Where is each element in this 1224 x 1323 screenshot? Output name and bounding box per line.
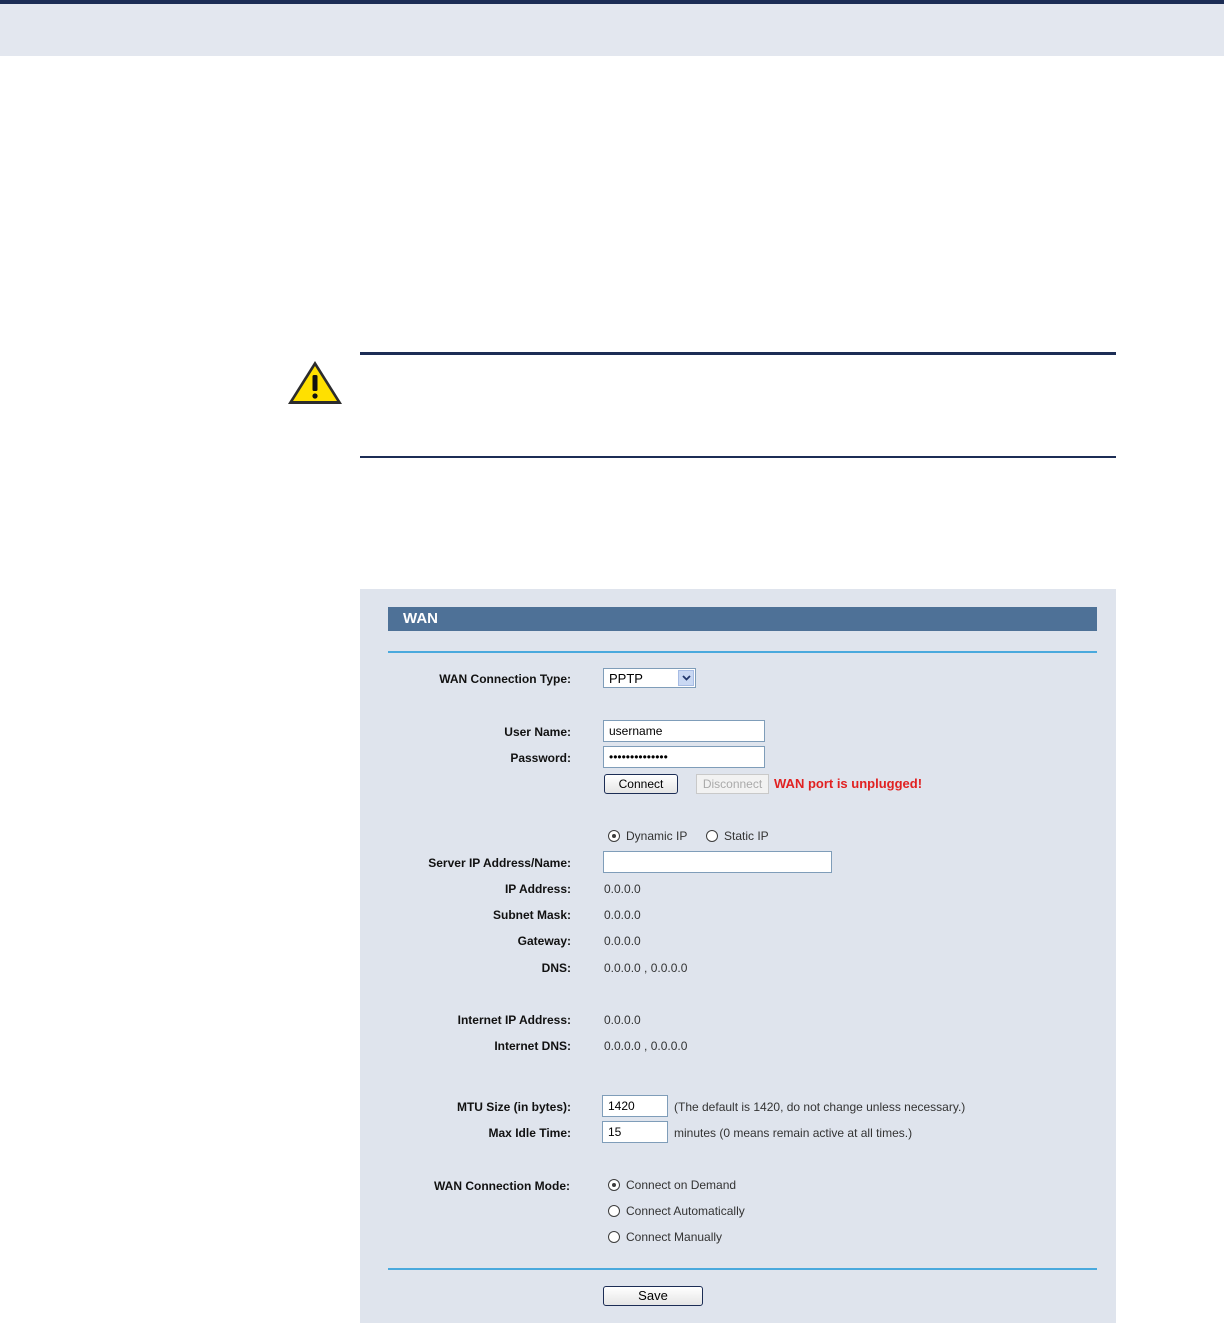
server-label: Server IP Address/Name:: [428, 856, 571, 870]
idle-time-label: Max Idle Time:: [488, 1126, 571, 1140]
static-ip-radio[interactable]: [706, 830, 718, 842]
connection-mode-label: WAN Connection Mode:: [434, 1179, 570, 1193]
dns-label: DNS:: [541, 961, 571, 975]
gateway-label: Gateway:: [517, 934, 571, 948]
connection-type-select[interactable]: PPTP: [603, 668, 696, 688]
connection-type-value: PPTP: [609, 671, 643, 686]
mode-on-demand-radio[interactable]: [608, 1179, 620, 1191]
username-label: User Name:: [504, 725, 571, 739]
internet-ip-value: 0.0.0.0: [604, 1013, 641, 1027]
caution-icon: [288, 361, 342, 404]
top-divider: [388, 651, 1097, 653]
mode-automatic-radio[interactable]: [608, 1205, 620, 1217]
dynamic-ip-label: Dynamic IP: [626, 829, 688, 843]
notice-top-rule: [360, 352, 1116, 355]
dynamic-ip-radio[interactable]: [608, 830, 620, 842]
internet-dns-value: 0.0.0.0 , 0.0.0.0: [604, 1039, 688, 1053]
internet-ip-label: Internet IP Address:: [457, 1013, 571, 1027]
mtu-label: MTU Size (in bytes):: [456, 1100, 571, 1114]
internet-dns-label: Internet DNS:: [494, 1039, 571, 1053]
disconnect-button[interactable]: Disconnect: [696, 774, 769, 794]
mode-manual-label: Connect Manually: [626, 1230, 723, 1244]
connect-button[interactable]: Connect: [604, 774, 678, 794]
mode-on-demand-label: Connect on Demand: [626, 1178, 737, 1192]
notice-bottom-rule: [360, 456, 1116, 458]
dns-value: 0.0.0.0 , 0.0.0.0: [604, 961, 688, 975]
subnet-mask-value: 0.0.0.0: [604, 908, 641, 922]
mode-automatic-label: Connect Automatically: [626, 1204, 745, 1218]
save-button[interactable]: Save: [603, 1286, 703, 1306]
subnet-mask-label: Subnet Mask:: [492, 908, 571, 922]
panel-title-bar: WAN: [388, 607, 1097, 631]
wan-settings-panel: WAN WAN Connection Type: PPTP User Name:…: [360, 589, 1116, 1323]
password-label: Password:: [510, 751, 571, 765]
panel-title: WAN: [403, 610, 438, 627]
connection-type-label: WAN Connection Type:: [439, 672, 571, 686]
header-band: [0, 4, 1224, 56]
mtu-input[interactable]: 1420: [602, 1095, 668, 1117]
bottom-divider: [388, 1268, 1097, 1270]
ip-address-label: IP Address:: [504, 882, 571, 896]
chevron-down-icon[interactable]: [678, 670, 694, 686]
ip-address-value: 0.0.0.0: [604, 882, 641, 896]
mtu-hint: (The default is 1420, do not change unle…: [674, 1100, 966, 1114]
idle-time-input[interactable]: 15: [602, 1121, 668, 1143]
static-ip-label: Static IP: [724, 829, 769, 843]
mode-manual-radio[interactable]: [608, 1231, 620, 1243]
wan-status-message: WAN port is unplugged!: [774, 776, 923, 791]
server-input[interactable]: [603, 851, 832, 873]
gateway-value: 0.0.0.0: [604, 934, 641, 948]
idle-time-hint: minutes (0 means remain active at all ti…: [674, 1126, 913, 1140]
password-input[interactable]: ••••••••••••••: [603, 746, 765, 768]
username-input[interactable]: username: [603, 720, 765, 742]
